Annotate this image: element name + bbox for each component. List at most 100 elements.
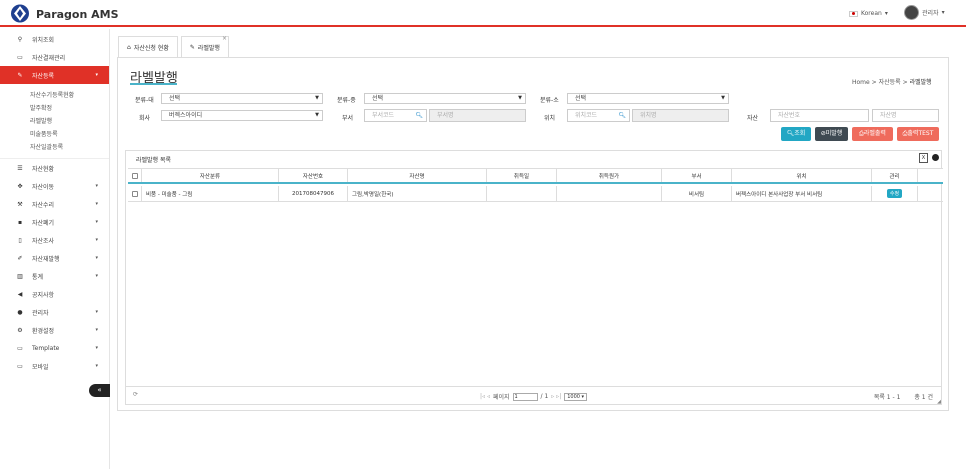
tab-label-issue[interactable]: ✎ 라벨발행 × [180, 35, 229, 57]
caret-down-icon: ▼ [315, 95, 319, 101]
resize-handle-icon[interactable]: ◢ [937, 399, 941, 405]
col-header[interactable]: 부서 [662, 169, 732, 182]
caret-down-icon: ▾ [941, 9, 945, 16]
page-label: 페이지 [492, 394, 510, 401]
col-header[interactable]: 관리 [872, 169, 918, 182]
sidebar-item-label: 자산현황 [32, 165, 55, 173]
print-test-button-label: 출력TEST [907, 130, 934, 137]
col-header[interactable]: 위치 [732, 169, 872, 182]
chevron-down-icon: ▾ [95, 183, 98, 189]
chevron-down-icon: ▾ [95, 309, 98, 315]
sidebar-item-mobile[interactable]: ▭ 모바일 ▾ [0, 357, 109, 375]
settings-icon[interactable] [932, 154, 939, 161]
user-icon: ● [17, 308, 23, 316]
chevron-down-icon: ▾ [95, 345, 98, 351]
submenu-item[interactable]: 미술품등록 [0, 127, 109, 140]
sidebar-item-settings[interactable]: ⚙ 환경설정 ▾ [0, 321, 109, 339]
location-name-input: 위치명 [632, 109, 729, 122]
cell-asset-name: 그림,박명일(한국) [348, 186, 487, 201]
caret-down-icon: ▼ [721, 95, 725, 101]
dept-name-placeholder: 부서명 [437, 112, 454, 119]
sidebar-item-stats[interactable]: ▥ 통계 ▾ [0, 267, 109, 285]
tab-asset-request[interactable]: ⌂ 자산신청 현황 [118, 36, 178, 57]
dept-code-placeholder: 부서코드 [372, 112, 395, 119]
sidebar-item-disposal[interactable]: ▪ 자산폐기 ▾ [0, 213, 109, 231]
sidebar-item-status[interactable]: ☰ 자산현황 [0, 159, 109, 177]
page-input[interactable]: 1 [512, 392, 538, 401]
select-all-checkbox[interactable] [131, 172, 138, 179]
sidebar-item-label: Template [32, 344, 60, 352]
search-button[interactable]: 🔍︎조회 [781, 127, 811, 141]
folder-icon: ▭ [17, 344, 23, 352]
submenu-item[interactable]: 라벨발행 [0, 114, 109, 127]
asset-no-input[interactable]: 자산번호 [770, 109, 869, 122]
breadcrumb-home[interactable]: Home [852, 79, 870, 86]
col-header[interactable]: 자산명 [348, 169, 487, 182]
breadcrumb-current: 라벨발행 [909, 79, 932, 86]
label-print-button-label: 라벨출력 [863, 130, 886, 137]
bullhorn-icon: ◀ [17, 290, 23, 298]
row-checkbox[interactable] [131, 190, 138, 197]
sidebar-item-move[interactable]: ✥ 자산이동 ▾ [0, 177, 109, 195]
sidebar-toggle-button[interactable]: « [89, 384, 110, 397]
refresh-icon[interactable]: ⟳ [133, 391, 138, 398]
cell-category: 비품 - 미술품 - 그림 [142, 186, 279, 201]
prev-page-button[interactable]: |◃ ◃ [480, 393, 490, 400]
location-code-placeholder: 위치코드 [575, 112, 598, 119]
search-icon[interactable]: 🔍︎ [618, 110, 626, 121]
chevron-down-icon: ▾ [95, 201, 98, 207]
sidebar-item-label: 자산결재관리 [32, 54, 66, 62]
print-test-button[interactable]: ⎙출력TEST [897, 127, 939, 141]
asset-name-input[interactable]: 자산명 [872, 109, 939, 122]
label-print-button[interactable]: ⎙라벨출력 [852, 127, 893, 141]
breadcrumb-parent[interactable]: 자산등록 [879, 79, 901, 86]
chevron-down-icon: ▾ [95, 72, 98, 78]
page-size-select[interactable]: 1000 ▾ [564, 392, 588, 401]
cat-big-value: 선택 [169, 95, 181, 102]
sidebar-item-admin[interactable]: ● 관리자 ▾ [0, 303, 109, 321]
user-menu[interactable]: 관리자 ▾ [904, 5, 945, 20]
sidebar-item-survey[interactable]: ▯ 자산조사 ▾ [0, 231, 109, 249]
col-header[interactable]: 취득원가 [557, 169, 662, 182]
sidebar-item-notice[interactable]: ◀ 공지사항 [0, 285, 109, 303]
cell-location: 버젝스아이디 본사사업장 부서 비서팀 [732, 186, 872, 201]
location-code-input[interactable]: 위치코드 🔍︎ [567, 109, 630, 122]
col-header[interactable]: 자산번호 [279, 169, 348, 182]
search-icon[interactable]: 🔍︎ [415, 110, 423, 121]
top-navbar: Paragon AMS Korean ▾ 관리자 ▾ [0, 0, 966, 27]
submenu-item[interactable]: 자산일괄등록 [0, 140, 109, 153]
next-page-button[interactable]: ▹ ▹| [551, 393, 561, 400]
sidebar-item-label: 자산등록 [32, 72, 55, 80]
grid-caption: 라벨발행 목록 [136, 157, 172, 164]
label-grid: 라벨발행 목록 X 자산분류 자산번호 자산명 취득일 취득원가 부서 위치 관… [125, 150, 943, 405]
submenu-item[interactable]: 자산수기등록현황 [0, 88, 109, 101]
cat-small-select[interactable]: 선택 ▼ [567, 93, 729, 104]
sidebar-item-location[interactable]: ⚲ 위치조회 [0, 30, 109, 48]
language-selector[interactable]: Korean ▾ [849, 10, 888, 17]
sidebar-item-asset-register[interactable]: ✎ 자산등록 ▾ [0, 66, 109, 84]
submenu-item[interactable]: 발주확정 [0, 101, 109, 114]
col-header[interactable]: 취득일 [487, 169, 557, 182]
sidebar-item-reissue[interactable]: ✐ 자산재발행 ▾ [0, 249, 109, 267]
breadcrumb: Home > 자산등록 > 라벨발행 [852, 77, 932, 86]
sidebar-item-approval[interactable]: ▭ 자산결재관리 [0, 48, 109, 66]
sidebar-item-repair[interactable]: ⚒ 자산수리 ▾ [0, 195, 109, 213]
grid-pager: ⟳ |◃ ◃ 페이지 1 / 1 ▹ ▹| 1000 ▾ 목록 1 - 1 총 … [126, 386, 941, 405]
unissued-button[interactable]: ⊘미발행 [815, 127, 848, 141]
sidebar-item-template[interactable]: ▭ Template ▾ [0, 339, 109, 357]
table-row[interactable]: 비품 - 미술품 - 그림 201708047906 그림,박명일(한국) 비서… [128, 186, 943, 202]
cat-mid-label: 분류-중 [337, 97, 356, 104]
cat-mid-select[interactable]: 선택 ▼ [364, 93, 526, 104]
cat-small-label: 분류-소 [540, 97, 559, 104]
page-of: / 1 [540, 393, 549, 400]
dept-code-input[interactable]: 부서코드 🔍︎ [364, 109, 427, 122]
excel-export-icon[interactable]: X [919, 153, 928, 163]
sidebar-item-label: 자산조사 [32, 237, 55, 245]
close-icon[interactable]: × [222, 35, 227, 42]
sidebar-item-label: 공지사항 [32, 291, 55, 299]
tab-label: 라벨발행 [197, 44, 220, 52]
company-select[interactable]: 버젝스아이디 ▼ [161, 110, 323, 121]
cat-big-select[interactable]: 선택 ▼ [161, 93, 323, 104]
col-header[interactable]: 자산분류 [142, 169, 279, 182]
edit-button[interactable]: 수정 [886, 189, 903, 198]
